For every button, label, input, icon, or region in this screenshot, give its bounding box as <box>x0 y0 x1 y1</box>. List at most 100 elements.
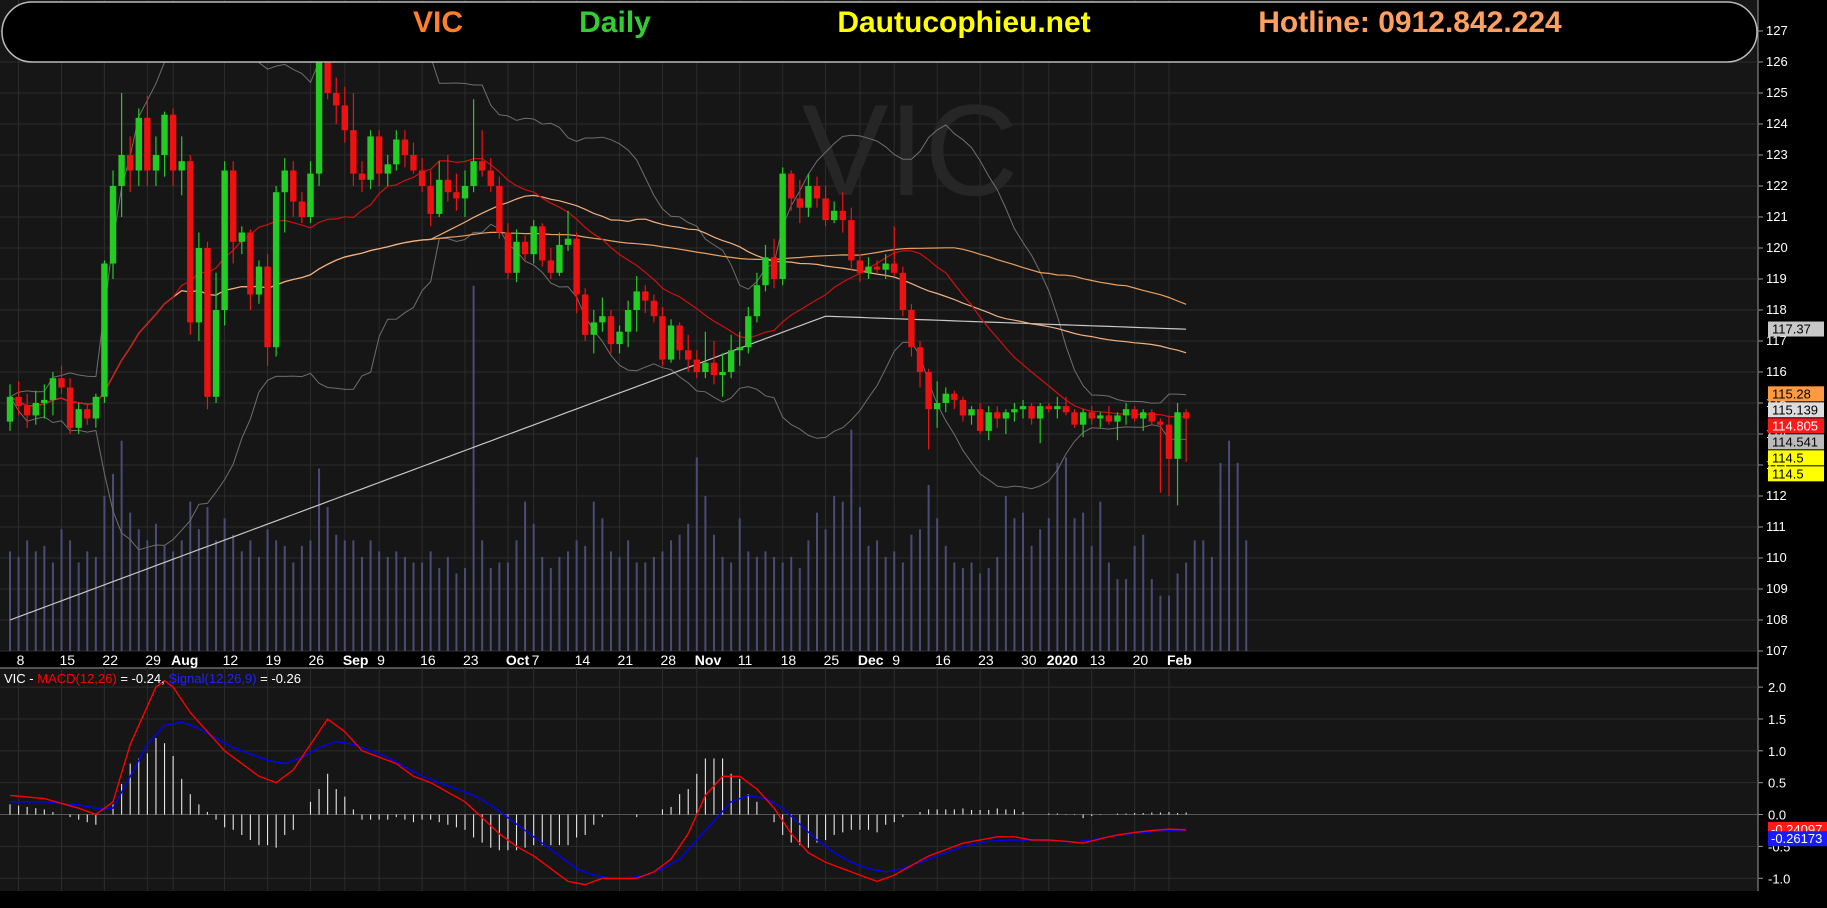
candle-body <box>985 412 992 431</box>
candle-body <box>1182 412 1190 419</box>
candle-body <box>307 173 314 217</box>
price-tick-label: 123 <box>1766 147 1788 162</box>
candle-body <box>1088 412 1095 419</box>
candle-body <box>968 409 975 416</box>
candle-body <box>350 130 357 174</box>
date-label: Dec <box>858 652 884 668</box>
candle-body <box>667 325 675 360</box>
candle-body <box>478 161 486 171</box>
candle-body <box>272 192 280 348</box>
candle <box>667 319 675 363</box>
candle-body <box>788 173 795 199</box>
price-tick-label: 110 <box>1766 550 1787 565</box>
candle-body <box>6 396 14 422</box>
candle-body <box>118 155 125 186</box>
candle-body <box>1037 406 1044 419</box>
date-label: Feb <box>1167 652 1192 668</box>
candle-body <box>15 396 22 407</box>
legend-macd-value: = -0.24, <box>117 671 169 686</box>
date-label: 15 <box>60 652 76 668</box>
candle-body <box>590 322 597 335</box>
candle-body <box>427 186 434 214</box>
date-label: 20 <box>1133 652 1149 668</box>
candle <box>496 176 503 239</box>
candle-body <box>49 378 57 400</box>
candle-body <box>727 350 735 372</box>
date-label: 22 <box>102 652 118 668</box>
candle-body <box>1174 412 1181 459</box>
date-label: 23 <box>978 652 994 668</box>
candle-body <box>1019 406 1027 410</box>
header-interval: Daily <box>579 6 651 39</box>
candle-body <box>204 248 211 397</box>
candle-body <box>650 300 658 317</box>
candle-body <box>796 198 804 208</box>
date-label: 9 <box>892 652 900 668</box>
candle-body <box>805 186 812 208</box>
candle-body <box>779 173 786 279</box>
candle-body <box>1002 412 1010 419</box>
candle <box>779 167 786 286</box>
candle-body <box>504 232 512 273</box>
candle-body <box>436 179 443 214</box>
candle-body <box>41 399 48 403</box>
candle-body <box>453 192 460 199</box>
price-tick-label: 124 <box>1766 116 1788 131</box>
price-tag-label: 114.5 <box>1772 466 1804 481</box>
macd-tick-label: 1.0 <box>1768 744 1786 759</box>
price-tick-label: 108 <box>1766 612 1788 627</box>
candle-body <box>762 257 769 286</box>
candle-body <box>32 403 39 416</box>
candle-body <box>1079 412 1087 425</box>
candle-body <box>221 170 228 310</box>
candle-body <box>848 220 855 261</box>
date-label: 9 <box>377 652 385 668</box>
price-tag-label: 114.541 <box>1772 434 1818 449</box>
candle-body <box>908 310 915 348</box>
candle-body <box>496 186 503 233</box>
candle-body <box>126 155 134 171</box>
candle-body <box>685 350 692 360</box>
date-label: 28 <box>660 652 676 668</box>
candle-body <box>624 310 632 332</box>
candle-body <box>573 238 580 295</box>
candle-body <box>238 232 245 242</box>
candle-body <box>470 161 477 186</box>
candle-body <box>410 155 417 171</box>
price-tick-label: 120 <box>1766 240 1788 255</box>
candle-body <box>933 403 941 410</box>
date-label: 11 <box>738 652 753 668</box>
candle-body <box>633 291 640 310</box>
date-label: 30 <box>1021 652 1037 668</box>
candle-body <box>1054 406 1061 410</box>
macd-tick-label: 1.5 <box>1768 712 1786 727</box>
price-tick-label: 121 <box>1766 209 1788 224</box>
candle-body <box>916 347 924 372</box>
price-tick-label: 122 <box>1766 178 1788 193</box>
price-tick-label: 107 <box>1766 643 1788 658</box>
date-label: 23 <box>463 652 479 668</box>
candle-body <box>290 170 297 202</box>
date-label: 14 <box>575 652 591 668</box>
date-label: Aug <box>171 652 198 668</box>
candle-body <box>693 359 700 372</box>
candle-body <box>84 409 91 419</box>
legend-macd-label: MACD(12,26) <box>37 671 116 686</box>
candle-body <box>959 399 967 416</box>
candle <box>204 241 211 410</box>
price-tick-label: 111 <box>1766 519 1786 534</box>
date-label: 26 <box>308 652 324 668</box>
candle-body <box>109 186 117 264</box>
legend-signal-value: = -0.26 <box>257 671 301 686</box>
candle-body <box>521 241 529 255</box>
macd-tick-label: 0.0 <box>1768 808 1786 823</box>
candle-body <box>736 347 743 351</box>
candle <box>899 266 907 317</box>
date-label: 8 <box>17 652 25 668</box>
candle-body <box>66 387 74 428</box>
candle-body <box>281 170 288 193</box>
macd-tick-label: 0.5 <box>1768 776 1786 791</box>
price-tag-label: 115.28 <box>1772 386 1811 401</box>
price-tick-label: 118 <box>1766 302 1787 317</box>
candle-body <box>1097 415 1104 419</box>
